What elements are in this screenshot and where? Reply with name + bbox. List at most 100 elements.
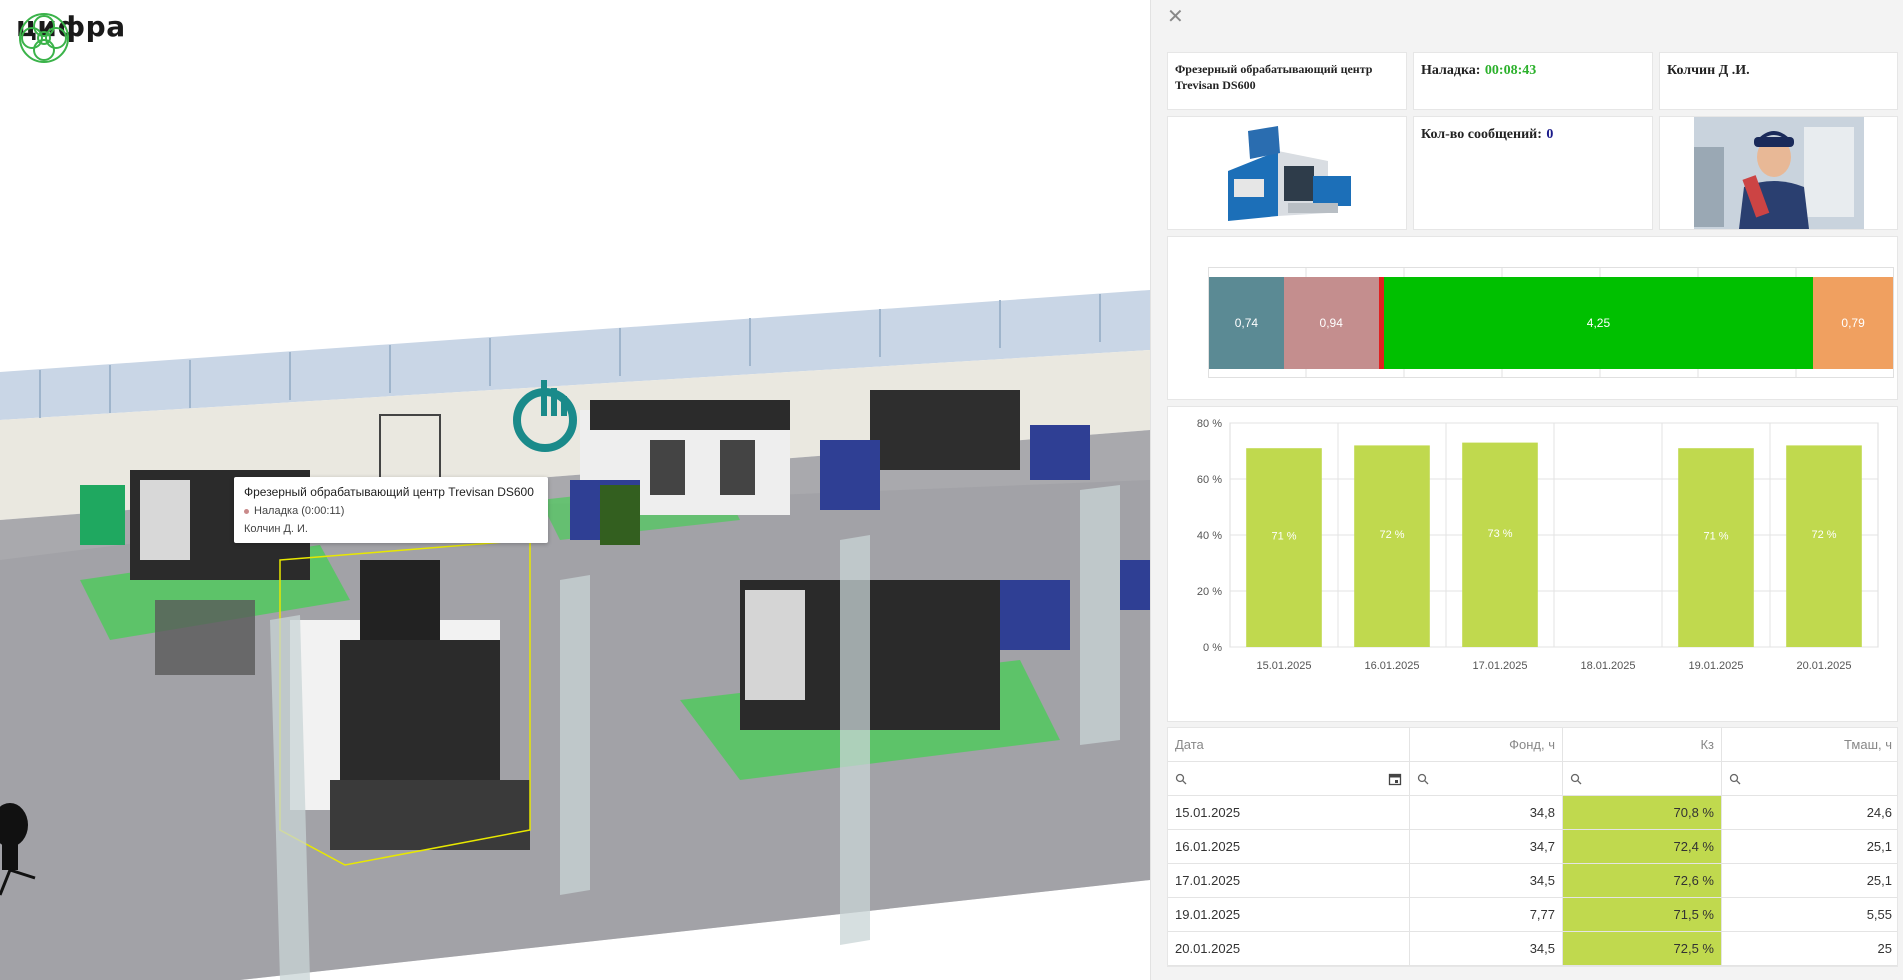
machine-image [1228,126,1351,221]
x-tick-label: 19.01.2025 [1688,660,1743,672]
search-icon [1417,773,1429,784]
y-tick-label: 60 % [1197,474,1222,486]
operator-photo-card [1659,116,1898,230]
y-tick-label: 0 % [1203,642,1222,654]
bar-data-label: 72 % [1379,529,1404,541]
x-tick-label: 18.01.2025 [1580,660,1635,672]
search-icon [1570,773,1582,784]
cell-kz: 72,4 % [1563,830,1722,863]
x-tick-label: 17.01.2025 [1472,660,1527,672]
chart-bar[interactable] [1678,448,1754,647]
bar-data-label: 73 % [1487,528,1512,540]
chart-bar[interactable] [1786,445,1862,647]
cell-kz: 72,6 % [1563,864,1722,897]
table-body: 15.01.2025 34,8 70,8 % 24,6 16.01.2025 3… [1168,796,1897,966]
table-row[interactable]: 17.01.2025 34,5 72,6 % 25,1 [1168,864,1897,898]
chart-bar[interactable] [1354,445,1430,647]
cell-kz: 72,5 % [1563,932,1722,965]
messages-value: 0 [1546,127,1554,142]
setup-label: Наладка: [1421,63,1481,78]
messages-card: Кол-во сообщений: 0 [1413,116,1653,230]
machine-name-card: Фрезерный обрабатывающий центр Trevisan … [1167,52,1407,110]
table-row[interactable]: 15.01.2025 34,8 70,8 % 24,6 [1168,796,1897,830]
kz-filter-input[interactable] [1563,762,1722,795]
timeline-segment-label: 0,74 [1234,316,1259,330]
timeline-segment-label: 0,79 [1841,316,1865,330]
timeline-segment-label: 4,25 [1586,316,1611,330]
calendar-icon[interactable] [1388,772,1402,786]
factory-3d-scene[interactable]: цифра Фрезерный обрабатывающий центр Tre… [0,0,1150,980]
status-dot-icon [244,508,249,514]
messages-label: Кол-во сообщений: [1421,127,1542,142]
state-timeline[interactable]: 0,74 0,94 4,25 0,79 [1208,257,1894,387]
close-icon[interactable]: ✕ [1167,4,1184,28]
utilization-table: Дата Фонд, ч Кз Тмаш, ч 15.01.2025 34,8 … [1167,727,1898,967]
machine-tooltip: Фрезерный обрабатывающий центр Trevisan … [234,477,548,543]
bar-data-label: 72 % [1811,529,1836,541]
cell-tmash: 25 [1877,941,1892,956]
table-filter-row [1168,762,1897,796]
cell-date: 16.01.2025 [1168,830,1410,863]
cell-kz: 70,8 % [1563,796,1722,829]
x-tick-label: 16.01.2025 [1364,660,1419,672]
cell-fund: 34,8 [1410,796,1563,829]
setup-value: 00:08:43 [1484,63,1537,78]
cell-fund: 34,5 [1410,932,1563,965]
timeline-segment-label: 0,94 [1319,316,1343,330]
col-date-header[interactable]: Дата [1168,728,1410,761]
operator-card: Колчин Д .И. [1659,52,1898,110]
table-row[interactable]: 20.01.2025 34,5 72,5 % 25 [1168,932,1897,966]
utilization-bar-chart: 0 % 20 % 40 % 60 % 80 % 71 % 15.01.2025 72 % 16.… [1197,418,1879,672]
search-icon [1175,773,1187,784]
y-tick-label: 40 % [1197,530,1222,542]
setup-time-card: Наладка: 00:08:43 [1413,52,1653,110]
cell-fund: 34,7 [1410,830,1563,863]
machine-image-card [1167,116,1407,230]
state-timeline-card: 0,74 0,94 4,25 0,79 [1167,236,1898,400]
bar-data-label: 71 % [1703,531,1728,543]
cell-tmash: 25,1 [1866,839,1892,854]
chart-bar[interactable] [1246,448,1322,647]
timeline-segment[interactable]: 0,79 [1813,277,1893,369]
cell-date: 15.01.2025 [1168,796,1410,829]
cell-fund: 7,77 [1410,898,1563,931]
factory-floor-illustration [0,290,1150,980]
date-filter-input[interactable] [1168,762,1410,795]
brand-mark-icon [19,13,69,63]
cell-tmash: 24,6 [1866,805,1892,820]
col-fund-header[interactable]: Фонд, ч [1410,728,1563,761]
chart-bar[interactable] [1462,442,1538,647]
tmash-filter-input[interactable] [1722,762,1899,795]
timeline-segment[interactable]: 4,25 [1383,277,1814,369]
brand-logo[interactable]: цифра [16,10,126,63]
tooltip-status: Наладка (0:00:11) [244,505,538,517]
table-header-row: Дата Фонд, ч Кз Тмаш, ч [1168,728,1897,762]
cell-date: 19.01.2025 [1168,898,1410,931]
operator-name: Колчин Д .И. [1667,63,1750,78]
table-row[interactable]: 16.01.2025 34,7 72,4 % 25,1 [1168,830,1897,864]
timeline-segment[interactable]: 0,94 [1283,277,1379,369]
y-tick-label: 20 % [1197,586,1222,598]
utilization-chart-card: 0 % 20 % 40 % 60 % 80 % 71 % 15.01.2025 72 % 16.… [1167,406,1898,722]
x-tick-label: 20.01.2025 [1796,660,1851,672]
cell-tmash: 25,1 [1866,873,1892,888]
tooltip-operator: Колчин Д. И. [244,523,308,535]
y-tick-label: 80 % [1197,418,1222,430]
cell-date: 20.01.2025 [1168,932,1410,965]
machine-name: Фрезерный обрабатывающий центр Trevisan … [1175,62,1373,92]
fund-filter-input[interactable] [1410,762,1563,795]
x-tick-label: 15.01.2025 [1256,660,1311,672]
tooltip-status-text: Наладка (0:00:11) [254,505,345,517]
cell-date: 17.01.2025 [1168,864,1410,897]
machine-info-panel: ✕ Фрезерный обрабатывающий центр Trevisa… [1150,0,1903,980]
timeline-segment[interactable]: 0,74 [1209,277,1284,369]
col-tmash-header[interactable]: Тмаш, ч [1722,728,1899,761]
table-row[interactable]: 19.01.2025 7,77 71,5 % 5,55 [1168,898,1897,932]
cell-kz: 71,5 % [1563,898,1722,931]
bar-data-label: 71 % [1271,531,1296,543]
cell-tmash: 5,55 [1866,907,1892,922]
search-icon [1729,773,1741,784]
col-kz-header[interactable]: Кз [1563,728,1722,761]
tooltip-title: Фрезерный обрабатывающий центр Trevisan … [244,485,534,499]
operator-photo [1694,117,1864,229]
